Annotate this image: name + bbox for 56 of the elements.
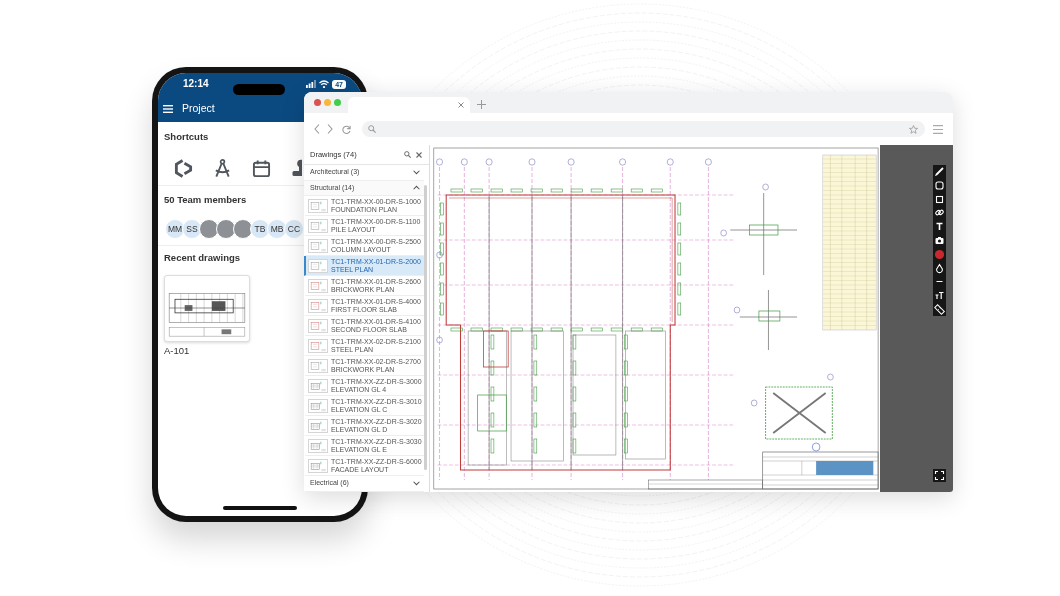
chevron-up-icon: [413, 185, 420, 191]
camera-icon[interactable]: [933, 234, 946, 247]
drawing-label: A-101: [164, 345, 190, 357]
sheet-thumbnail-drawing: [308, 358, 328, 373]
wifi-icon: [319, 80, 330, 88]
fullscreen-icon[interactable]: [933, 469, 946, 482]
close-icon[interactable]: [458, 102, 464, 108]
menu-icon[interactable]: [163, 104, 173, 113]
chevron-down-icon: [413, 480, 420, 486]
new-tab-icon[interactable]: [476, 100, 486, 109]
sheet-thumbnail-drawing: [308, 438, 328, 453]
sheet-thumbnail-drawing: [308, 378, 328, 393]
pencil-icon[interactable]: [933, 165, 946, 178]
star-icon[interactable]: [909, 124, 918, 134]
dynamic-island: [233, 84, 285, 95]
photo-avatar: [233, 219, 253, 239]
status-time: 12:14: [183, 78, 209, 90]
sheet-thumbnail-drawing: [308, 218, 328, 233]
reload-icon[interactable]: [342, 124, 351, 134]
search-icon: [368, 125, 376, 133]
sheet-thumbnail-drawing: [308, 458, 328, 473]
photo-avatar: [216, 219, 236, 239]
initials-avatar: SS: [182, 219, 202, 239]
section-title: Shortcuts: [164, 131, 209, 143]
close-icon[interactable]: [416, 151, 422, 158]
sheet-thumbnail-drawing: [308, 278, 328, 293]
section-title: Recent drawings: [164, 252, 241, 264]
sheet-thumbnail-drawing: [308, 318, 328, 333]
photo-avatar: [199, 219, 219, 239]
initials-avatar: MM: [165, 219, 185, 239]
screen-title: Project: [182, 102, 215, 115]
stamp-icon[interactable]: [291, 158, 302, 178]
sheet-thumbnail-drawing: [308, 338, 328, 353]
sheet-thumbnail-drawing: [308, 238, 328, 253]
hexagon-logo-icon[interactable]: [174, 158, 193, 178]
plan-thumbnail-drawing[interactable]: [164, 275, 250, 342]
search-icon[interactable]: [404, 151, 411, 158]
section-title: 50 Team members: [164, 194, 247, 206]
scrollbar[interactable]: [424, 185, 427, 470]
drafting-compass-icon[interactable]: [213, 158, 232, 178]
signal-icon: [306, 80, 317, 88]
sheet-thumbnail-drawing: [308, 398, 328, 413]
initials-avatar: TB: [250, 219, 270, 239]
droplet-icon[interactable]: [933, 261, 946, 275]
chevron-down-icon: [413, 169, 420, 175]
sheet-thumbnail-drawing: [308, 298, 328, 313]
initials-avatar: MB: [267, 219, 287, 239]
calendar-icon[interactable]: [252, 158, 271, 178]
initials-avatar: CC: [284, 219, 304, 239]
color-dot-icon[interactable]: [933, 247, 946, 261]
sheet-thumbnail-drawing: [308, 418, 328, 433]
ruler-icon[interactable]: [933, 302, 946, 316]
sheet-thumbnail-drawing: [308, 198, 328, 213]
window-close-icon[interactable]: [313, 99, 321, 106]
rounded-square-icon[interactable]: [933, 178, 946, 192]
sheet-thumbnail-drawing: [308, 258, 328, 273]
